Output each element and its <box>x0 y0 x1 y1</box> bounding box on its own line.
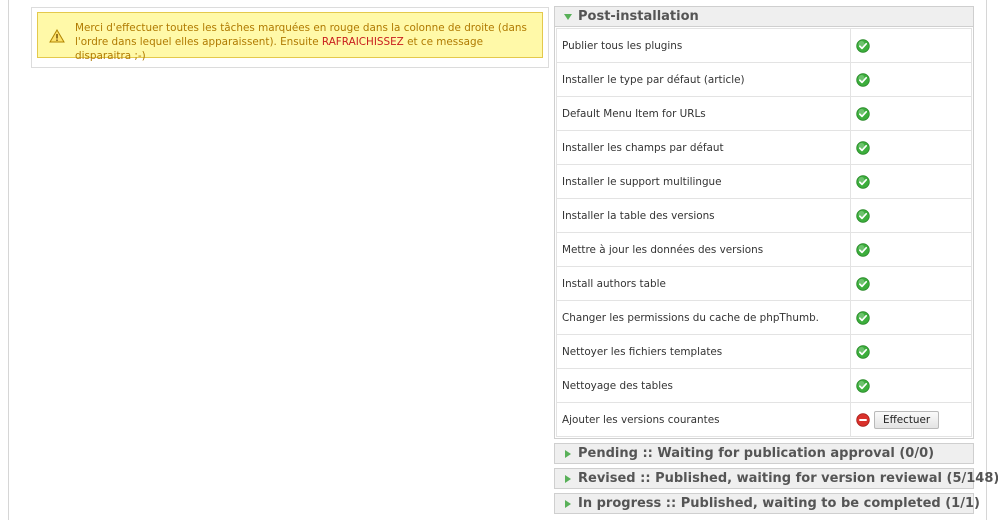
task-label: Ajouter les versions courantes <box>556 402 851 437</box>
task-row: Installer les champs par défaut <box>556 130 972 165</box>
check-icon <box>856 106 870 121</box>
task-row: Installer le type par défaut (article) <box>556 62 972 97</box>
task-status <box>850 130 972 165</box>
section-title: Revised :: Published, waiting for versio… <box>578 471 998 486</box>
task-label: Installer les champs par défaut <box>556 130 851 165</box>
task-status <box>850 232 972 267</box>
section-header[interactable]: Pending :: Waiting for publication appro… <box>554 443 974 464</box>
stop-icon <box>856 412 870 427</box>
check-icon <box>856 208 870 223</box>
check-icon <box>856 38 870 53</box>
task-row: Install authors table <box>556 266 972 301</box>
post-installation-header[interactable]: Post-installation <box>554 6 974 27</box>
section-title: Pending :: Waiting for publication appro… <box>578 446 935 461</box>
task-label: Installer le type par défaut (article) <box>556 62 851 97</box>
check-icon <box>856 378 870 393</box>
task-status <box>850 96 972 131</box>
task-label: Changer les permissions du cache de phpT… <box>556 300 851 335</box>
task-label: Installer la table des versions <box>556 198 851 233</box>
task-status: Effectuer <box>850 402 972 437</box>
collapsed-arrow-icon <box>565 500 571 508</box>
collapsed-arrow-icon <box>565 450 571 458</box>
check-icon <box>856 140 870 155</box>
task-status <box>850 334 972 369</box>
task-row: Nettoyage des tables <box>556 368 972 403</box>
post-installation-tasks: Publier tous les plugins Installer le typ… <box>554 27 974 439</box>
task-row: Ajouter les versions courantes Effectuer <box>556 402 972 437</box>
check-icon <box>856 242 870 257</box>
task-row: Nettoyer les fichiers templates <box>556 334 972 369</box>
check-icon <box>856 344 870 359</box>
refresh-highlight: RAFRAICHISSEZ <box>321 36 404 48</box>
post-installation-title: Post-installation <box>578 9 699 24</box>
collapsed-arrow-icon <box>565 475 571 483</box>
check-icon <box>856 276 870 291</box>
task-label: Install authors table <box>556 266 851 301</box>
section-title: In progress :: Published, waiting to be … <box>578 496 980 511</box>
check-icon <box>856 310 870 325</box>
task-label: Installer le support multilingue <box>556 164 851 199</box>
warning-icon <box>49 29 65 43</box>
task-status <box>850 164 972 199</box>
task-row: Installer le support multilingue <box>556 164 972 199</box>
check-icon <box>856 174 870 189</box>
task-status <box>850 266 972 301</box>
task-label: Mettre à jour les données des versions <box>556 232 851 267</box>
expanded-arrow-icon <box>564 14 572 20</box>
tasks-table: Publier tous les plugins Installer le typ… <box>556 28 972 437</box>
right-column: Post-installation Publier tous les plugi… <box>554 6 998 514</box>
task-status <box>850 368 972 403</box>
task-row: Default Menu Item for URLs <box>556 96 972 131</box>
section-header[interactable]: In progress :: Published, waiting to be … <box>554 493 980 514</box>
warning-text: Merci d'effectuer toutes les tâches marq… <box>75 21 534 63</box>
task-row: Changer les permissions du cache de phpT… <box>556 300 972 335</box>
task-status <box>850 28 972 63</box>
task-row: Mettre à jour les données des versions <box>556 232 972 267</box>
task-status <box>850 198 972 233</box>
section-header[interactable]: Revised :: Published, waiting for versio… <box>554 468 998 489</box>
task-row: Publier tous les plugins <box>556 28 972 63</box>
task-label: Nettoyer les fichiers templates <box>556 334 851 369</box>
notice-panel: Merci d'effectuer toutes les tâches marq… <box>31 7 549 68</box>
task-label: Nettoyage des tables <box>556 368 851 403</box>
check-icon <box>856 72 870 87</box>
warning-message: Merci d'effectuer toutes les tâches marq… <box>37 12 543 62</box>
task-row: Installer la table des versions <box>556 198 972 233</box>
effectuer-button[interactable]: Effectuer <box>874 410 940 429</box>
task-label: Publier tous les plugins <box>556 28 851 63</box>
task-status <box>850 62 972 97</box>
task-status <box>850 300 972 335</box>
task-label: Default Menu Item for URLs <box>556 96 851 131</box>
